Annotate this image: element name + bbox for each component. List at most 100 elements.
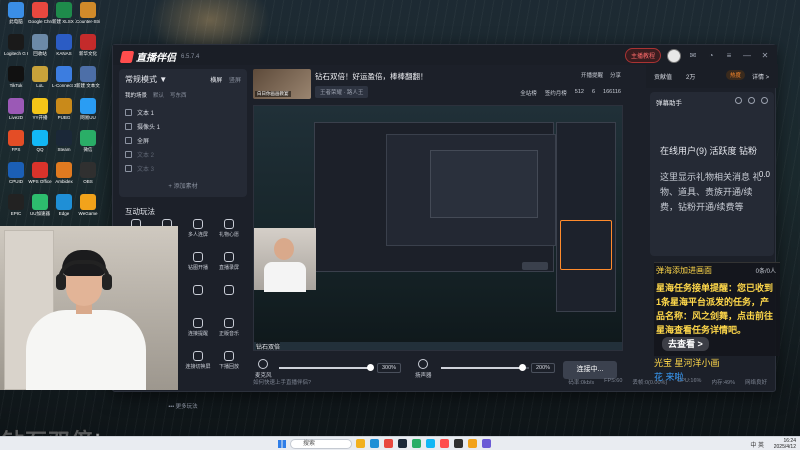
start-icon[interactable]: [278, 440, 286, 448]
source-item[interactable]: 文本 1: [125, 105, 241, 119]
filter-icon[interactable]: [748, 97, 755, 104]
speaker-volume-value[interactable]: 200%: [531, 363, 555, 373]
desktop-icon[interactable]: Counter-Strike: [76, 2, 100, 30]
desktop-icon[interactable]: L-Connect 3: [52, 66, 76, 94]
speaker-control[interactable]: 扬声器: [415, 359, 432, 379]
room-category[interactable]: 王者荣耀 · 路人王: [315, 86, 369, 98]
play-item[interactable]: 礼物心愿: [214, 219, 244, 243]
taskbar-clock[interactable]: 16:24 2025/4/12: [774, 438, 796, 450]
desktop-icon[interactable]: LoL: [28, 66, 52, 94]
mic-volume-value[interactable]: 300%: [377, 363, 401, 373]
edge-icon[interactable]: [370, 439, 379, 448]
mic-control[interactable]: 麦克风: [255, 359, 272, 379]
speaker-volume-knob[interactable]: [519, 364, 526, 371]
play-item[interactable]: 直播录屏: [214, 252, 244, 276]
tab-default[interactable]: 默认: [153, 91, 164, 99]
play-item[interactable]: 正版音乐: [214, 318, 244, 342]
qq-icon[interactable]: [426, 439, 435, 448]
desktop-icon[interactable]: PUBG: [52, 98, 76, 126]
settings-icon[interactable]: [735, 97, 742, 104]
obs-icon[interactable]: [454, 439, 463, 448]
desktop-icon[interactable]: 网易UU: [76, 98, 100, 126]
source-item[interactable]: 摄像头 1: [125, 119, 241, 133]
desktop-icon[interactable]: WeGame: [76, 194, 100, 222]
steam-icon[interactable]: [398, 439, 407, 448]
desktop-icon[interactable]: 此电脑: [4, 2, 28, 30]
view-task-button[interactable]: 去查看 >: [662, 337, 709, 351]
play-item[interactable]: 下播回放: [214, 351, 244, 375]
details-link[interactable]: 详情 >: [752, 72, 769, 81]
tab-writing[interactable]: 写东西: [170, 91, 187, 99]
chrome-icon[interactable]: [384, 439, 393, 448]
message-icon[interactable]: ✉: [687, 50, 699, 62]
source-item[interactable]: 全屏: [125, 133, 241, 147]
desktop-icon[interactable]: OBS: [76, 162, 100, 190]
room-cover[interactable]: 白日你画画教宴: [253, 69, 311, 99]
desktop-icon[interactable]: 回收站: [28, 34, 52, 62]
quickstart-link[interactable]: 如何快速上手直播伴侣?: [253, 378, 311, 386]
desktop-icon[interactable]: TikTok: [4, 66, 28, 94]
wegame-icon[interactable]: [468, 439, 477, 448]
play-item[interactable]: 连接提醒: [183, 318, 213, 342]
desktop-icon[interactable]: WPS Office: [28, 162, 52, 190]
stat-site-rank[interactable]: 全站榜: [520, 89, 537, 97]
desktop-icon[interactable]: 新建 文本文档: [76, 66, 100, 94]
mode-dropdown[interactable]: 常规模式 ▼: [125, 74, 167, 85]
play-item[interactable]: 多人连屏: [183, 219, 213, 243]
desktop-icon[interactable]: KANAS: [52, 34, 76, 62]
desktop-icon[interactable]: Google Chrome: [28, 2, 52, 30]
live-app-icon[interactable]: [440, 439, 449, 448]
user-tabs[interactable]: 在线用户(9) 活跃度 钻粉: [660, 144, 757, 157]
stream-preview[interactable]: 钻石双倍: [253, 105, 623, 351]
menu-icon[interactable]: ≡: [723, 50, 735, 62]
desktop-icon[interactable]: 新华文化: [76, 34, 100, 62]
desktop-icon[interactable]: Ambidex: [52, 162, 76, 190]
tab-portrait[interactable]: 竖屏: [229, 78, 241, 84]
close-icon[interactable]: ✕: [759, 50, 771, 62]
taskbar-search[interactable]: 搜索: [290, 439, 352, 449]
desktop-icon[interactable]: CPUID: [4, 162, 28, 190]
live-reminder-button[interactable]: 开播提醒: [581, 71, 603, 79]
desktop-icon[interactable]: 微信: [76, 130, 100, 158]
desktop-icon[interactable]: UU加速器: [28, 194, 52, 222]
share-button[interactable]: 分享: [610, 71, 621, 79]
desktop-icon[interactable]: Steam: [52, 130, 76, 158]
expand-icon[interactable]: [761, 97, 768, 104]
play-item-label: 正版音乐: [218, 331, 239, 337]
minimize-icon[interactable]: —: [741, 50, 753, 62]
play-item[interactable]: [214, 285, 244, 309]
play-item[interactable]: [183, 285, 213, 309]
desktop-icon[interactable]: Edge: [52, 194, 76, 222]
folder-icon[interactable]: [356, 439, 365, 448]
desktop-icon[interactable]: Logitech G HUB: [4, 34, 28, 62]
mic-volume-slider[interactable]: [279, 364, 374, 371]
system-tray[interactable]: 中 英: [750, 440, 764, 449]
source-item[interactable]: 文本 3: [125, 161, 241, 175]
desktop-icon[interactable]: YY开播: [28, 98, 52, 126]
tab-my-scene[interactable]: 我的场景: [125, 91, 147, 99]
tab-count[interactable]: 2万: [686, 72, 695, 81]
avatar[interactable]: [667, 48, 681, 63]
room-title[interactable]: 钻石双倍！好运盈倍，棒棒翻翻！: [315, 71, 428, 82]
source-item[interactable]: 文本 2: [125, 147, 241, 161]
play-item[interactable]: 钻图开播: [183, 252, 213, 276]
desktop-icon[interactable]: Live2D: [4, 98, 28, 126]
tab-contribution[interactable]: 贡献值: [654, 72, 672, 81]
speaker-volume-slider[interactable]: [441, 364, 529, 371]
mic-volume-knob[interactable]: [367, 364, 374, 371]
stat-monthly-rank[interactable]: 签约月榜: [545, 89, 567, 97]
preview-right-panel: [556, 122, 616, 312]
more-play-button[interactable]: ••• 更多玩法: [119, 402, 247, 410]
desktop-icon[interactable]: QQ: [28, 130, 52, 158]
play-item[interactable]: 连接切换屏: [183, 351, 213, 375]
tab-landscape[interactable]: 横屏: [210, 78, 222, 84]
desktop-icon[interactable]: 新建 XLSX 工作表: [52, 2, 76, 30]
desktop-icon[interactable]: EPIC: [4, 194, 28, 222]
app-icon[interactable]: [482, 439, 491, 448]
host-tutorial-button[interactable]: 主播教程: [624, 48, 661, 63]
hot-badge[interactable]: 热度: [726, 70, 746, 80]
notification-icon[interactable]: ◔: [705, 50, 717, 62]
wechat-icon[interactable]: [412, 439, 421, 448]
desktop-icon[interactable]: FPS: [4, 130, 28, 158]
add-source-button[interactable]: + 添加素材: [119, 181, 247, 190]
